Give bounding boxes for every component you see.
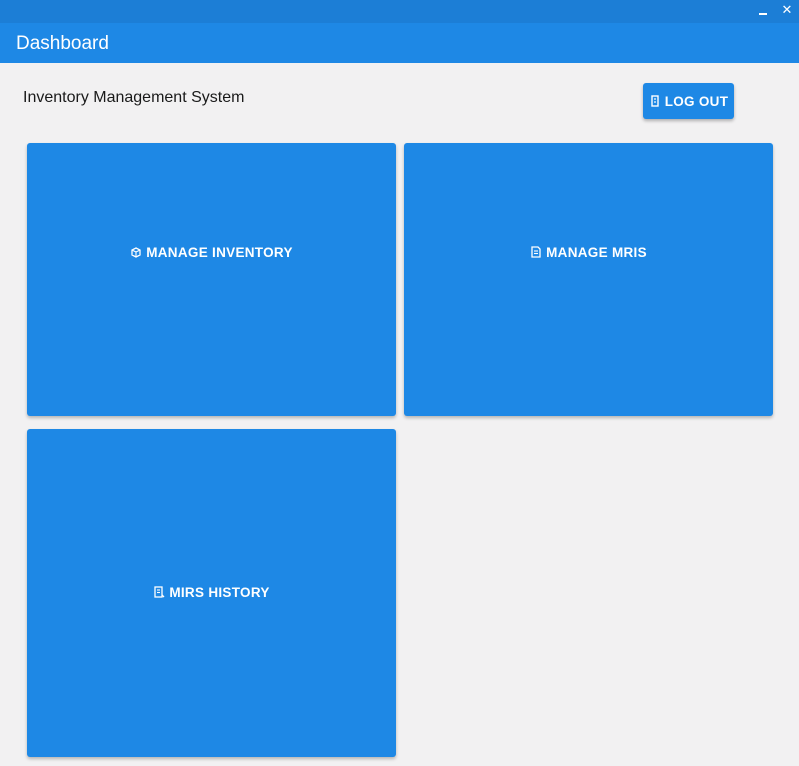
close-icon[interactable]: ✕ — [778, 2, 796, 20]
manage-mris-label: MANAGE MRIS — [546, 245, 647, 260]
logout-icon — [649, 94, 661, 108]
manage-inventory-label: MANAGE INVENTORY — [146, 245, 293, 260]
minimize-icon[interactable] — [754, 2, 772, 20]
inventory-icon — [130, 245, 142, 259]
app-bar: Dashboard — [0, 23, 799, 63]
page-title: Dashboard — [16, 33, 109, 54]
document-icon — [530, 245, 542, 259]
logout-label: LOG OUT — [664, 93, 729, 109]
window-titlebar: ✕ — [0, 0, 799, 23]
app-subtitle: Inventory Management System — [23, 89, 245, 106]
manage-mris-tile[interactable]: MANAGE MRIS — [404, 143, 773, 416]
history-icon — [153, 585, 165, 599]
mirs-history-tile[interactable]: MIRS HISTORY — [27, 429, 396, 757]
manage-inventory-tile[interactable]: MANAGE INVENTORY — [27, 143, 396, 416]
logout-button[interactable]: LOG OUT — [643, 83, 734, 119]
mirs-history-label: MIRS HISTORY — [169, 585, 270, 600]
